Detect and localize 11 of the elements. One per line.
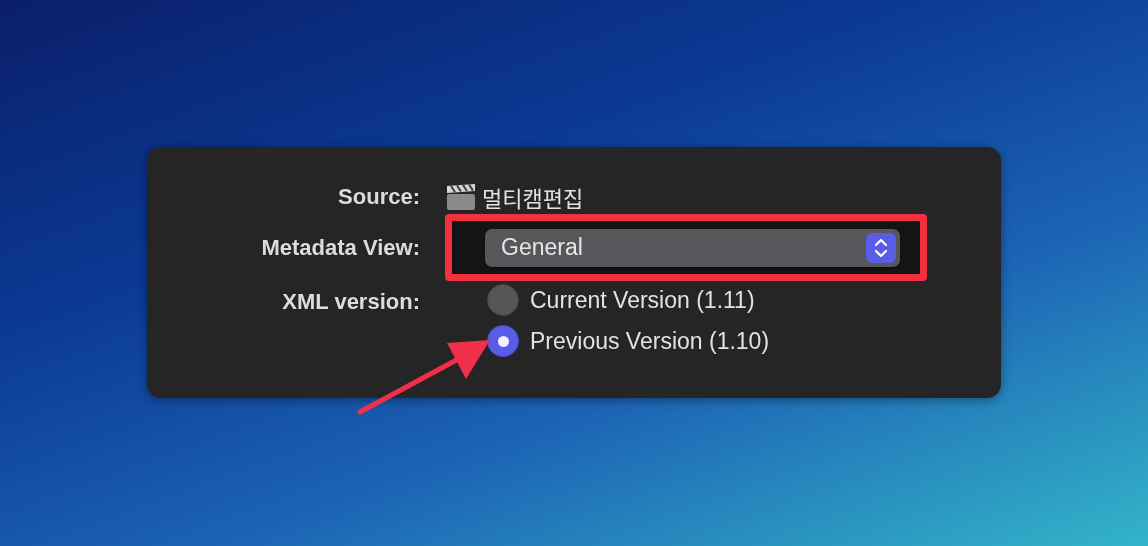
radio-button[interactable] <box>487 284 519 316</box>
field-label: XML version: <box>281 288 420 316</box>
radio-label: Current Version (1.11) <box>530 286 755 314</box>
radio-label: Previous Version (1.10) <box>530 327 770 355</box>
clapperboard-icon <box>446 183 476 211</box>
field-label: Source: <box>337 183 420 211</box>
radio-button[interactable] <box>487 325 519 357</box>
source-name: 멀티캠편집 <box>482 181 584 213</box>
field-label: Metadata View: <box>260 234 420 262</box>
stepper-icon <box>866 232 896 263</box>
metadata-view-popup[interactable]: General <box>485 228 900 267</box>
